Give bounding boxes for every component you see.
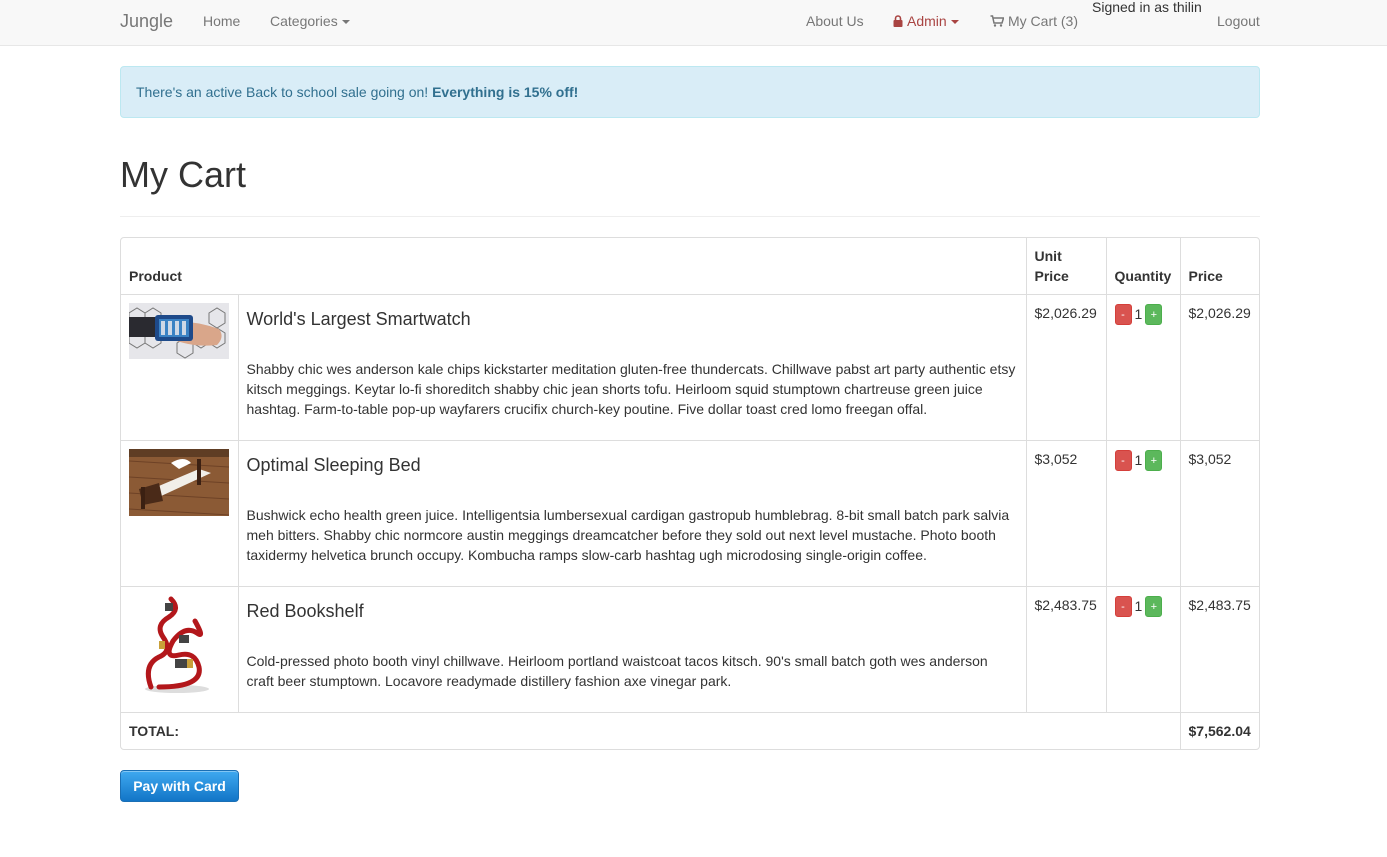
header-unit-price: Unit Price	[1025, 238, 1107, 295]
product-image-smartwatch	[129, 303, 229, 359]
unit-price-cell: $2,026.29	[1025, 294, 1107, 441]
quantity-cell: -1 +	[1105, 586, 1181, 713]
product-name[interactable]: Red Bookshelf	[247, 601, 1018, 621]
product-info-cell: Optimal Sleeping Bed Bushwick echo healt…	[237, 440, 1027, 587]
product-name[interactable]: Optimal Sleeping Bed	[247, 455, 1018, 475]
quantity-value: 1	[1134, 598, 1143, 615]
product-image-bookshelf	[129, 595, 229, 695]
total-label: TOTAL:	[121, 712, 1181, 749]
product-description: Bushwick echo health green juice. Intell…	[246, 507, 1010, 563]
nav-admin-dropdown[interactable]: Admin	[893, 13, 959, 29]
nav-admin-label: Admin	[907, 13, 947, 29]
lock-icon	[893, 15, 903, 27]
total-row: TOTAL: $7,562.04	[121, 712, 1259, 749]
nav-categories-label: Categories	[270, 13, 338, 29]
product-description: Cold-pressed photo booth vinyl chillwave…	[246, 653, 988, 689]
increase-quantity-button[interactable]: +	[1145, 303, 1163, 325]
caret-down-icon	[341, 20, 350, 25]
nav-categories-dropdown[interactable]: Categories	[270, 13, 350, 29]
navbar: Jungle Home Categories About Us Admin My…	[0, 0, 1387, 46]
decrease-quantity-button[interactable]: -	[1114, 449, 1132, 471]
cart-table: Product Unit Price Quantity Price World'…	[120, 237, 1260, 750]
header-quantity: Quantity	[1105, 238, 1181, 295]
table-row: World's Largest Smartwatch Shabby chic w…	[121, 294, 1259, 441]
title-divider	[120, 216, 1260, 217]
caret-down-icon	[950, 20, 959, 25]
price-cell: $2,483.75	[1179, 586, 1259, 713]
total-value: $7,562.04	[1179, 712, 1259, 749]
product-description: Shabby chic wes anderson kale chips kick…	[246, 361, 1016, 417]
unit-price-cell: $3,052	[1025, 440, 1107, 587]
table-header-row: Product Unit Price Quantity Price	[121, 238, 1259, 295]
header-product: Product	[121, 238, 1027, 295]
table-row: Optimal Sleeping Bed Bushwick echo healt…	[121, 440, 1259, 587]
decrease-quantity-button[interactable]: -	[1114, 595, 1132, 617]
nav-my-cart[interactable]: My Cart (3)	[990, 13, 1078, 29]
increase-quantity-button[interactable]: +	[1145, 449, 1163, 471]
product-image-bed	[129, 449, 229, 516]
increase-quantity-button[interactable]: +	[1145, 595, 1163, 617]
pay-with-card-button[interactable]: Pay with Card	[120, 770, 239, 802]
signed-in-text: Signed in as thilin	[1092, 0, 1202, 15]
brand-link[interactable]: Jungle	[120, 11, 173, 32]
nav-cart-label: My Cart (3)	[1008, 13, 1078, 29]
page-title: My Cart	[120, 154, 246, 195]
product-info-cell: World's Largest Smartwatch Shabby chic w…	[237, 294, 1027, 441]
nav-about[interactable]: About Us	[806, 13, 864, 29]
quantity-cell: -1 +	[1105, 294, 1181, 441]
product-name[interactable]: World's Largest Smartwatch	[247, 309, 1018, 329]
product-image-cell	[121, 440, 238, 587]
nav-home[interactable]: Home	[203, 13, 240, 29]
sale-alert-emphasis: Everything is 15% off!	[432, 84, 579, 100]
unit-price-cell: $2,483.75	[1025, 586, 1107, 713]
product-image-cell	[121, 586, 238, 713]
quantity-value: 1	[1134, 452, 1143, 469]
sale-alert: There's an active Back to school sale go…	[120, 66, 1260, 118]
shopping-cart-icon	[990, 15, 1004, 27]
nav-logout[interactable]: Logout	[1217, 13, 1260, 29]
quantity-value: 1	[1134, 306, 1143, 323]
table-row: Red Bookshelf Cold-pressed photo booth v…	[121, 586, 1259, 713]
price-cell: $3,052	[1179, 440, 1259, 587]
header-price: Price	[1179, 238, 1259, 295]
product-info-cell: Red Bookshelf Cold-pressed photo booth v…	[237, 586, 1027, 713]
quantity-cell: -1 +	[1105, 440, 1181, 587]
decrease-quantity-button[interactable]: -	[1114, 303, 1132, 325]
price-cell: $2,026.29	[1179, 294, 1259, 441]
sale-alert-text: There's an active Back to school sale go…	[136, 84, 429, 100]
product-image-cell	[121, 294, 238, 441]
